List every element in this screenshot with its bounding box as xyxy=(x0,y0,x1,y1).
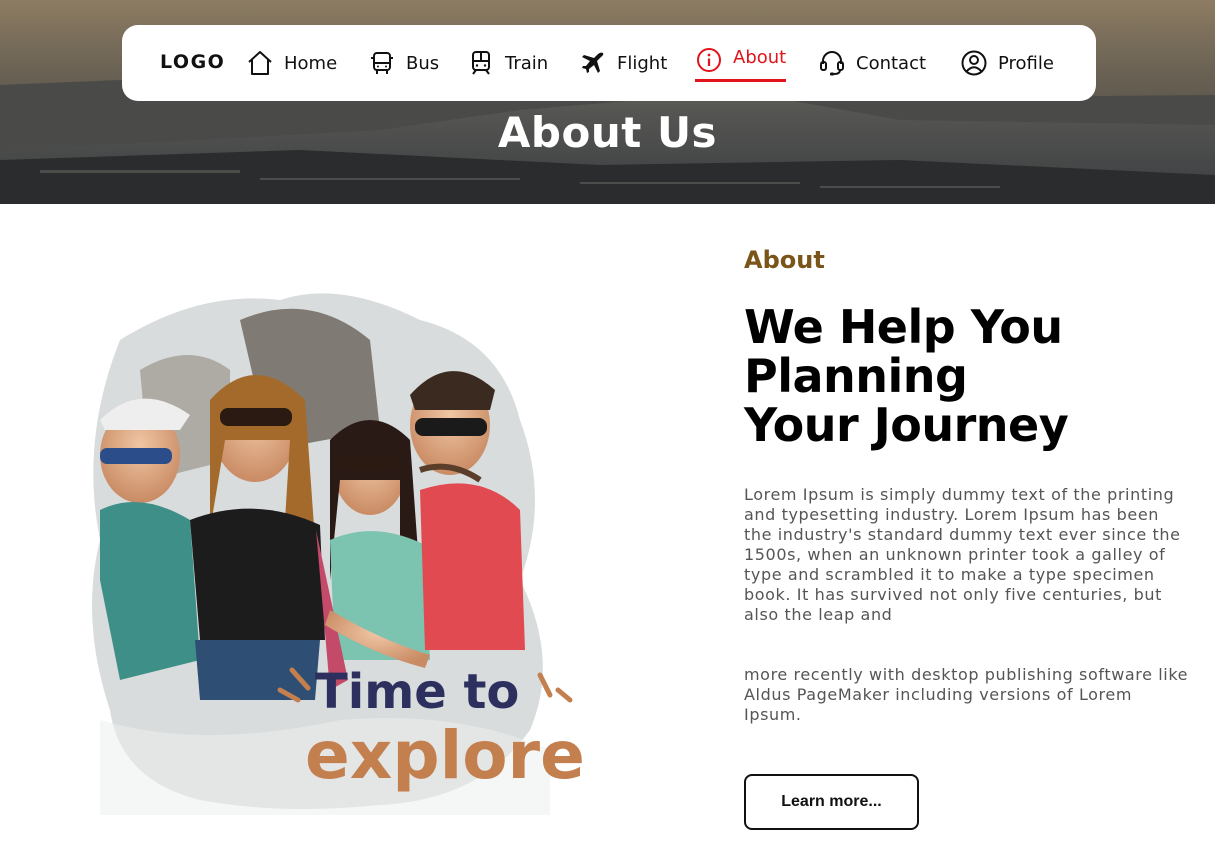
info-icon xyxy=(695,47,723,75)
nav-train-label: Train xyxy=(505,52,549,74)
nav-profile[interactable]: Profile xyxy=(960,25,1054,101)
nav-bus-label: Bus xyxy=(406,52,440,74)
about-headline: We Help You Planning Your Journey xyxy=(744,303,1184,450)
nav-contact-label: Contact xyxy=(856,52,927,74)
nav-flight-label: Flight xyxy=(617,52,668,74)
nav-about[interactable]: About xyxy=(695,25,787,101)
nav-home[interactable]: Home xyxy=(246,25,337,101)
bus-icon xyxy=(368,49,396,77)
caption-line1: Time to xyxy=(315,664,519,720)
about-paragraph-1: Lorem Ipsum is simply dummy text of the … xyxy=(744,485,1181,624)
section-label: About xyxy=(744,246,825,274)
nav-bus[interactable]: Bus xyxy=(368,25,439,101)
about-paragraph-2: more recently with desktop publishing so… xyxy=(744,665,1189,724)
nav-contact[interactable]: Contact xyxy=(818,25,926,101)
main-navbar: LOGO Home Bus Train Flight About Contact… xyxy=(122,25,1096,101)
train-icon xyxy=(467,49,495,77)
learn-more-button[interactable]: Learn more... xyxy=(744,774,919,830)
logo[interactable]: LOGO xyxy=(160,51,225,73)
headline-line: Planning xyxy=(744,349,968,403)
airplane-icon xyxy=(579,49,607,77)
headline-line: We Help You xyxy=(744,300,1063,354)
headset-icon xyxy=(818,49,846,77)
nav-train[interactable]: Train xyxy=(467,25,548,101)
home-icon xyxy=(246,49,274,77)
travelers-photo: Time to explore xyxy=(80,280,590,815)
active-underline xyxy=(695,79,787,82)
nav-profile-label: Profile xyxy=(998,52,1054,74)
user-circle-icon xyxy=(960,49,988,77)
nav-flight[interactable]: Flight xyxy=(579,25,667,101)
page-title: About Us xyxy=(497,108,718,157)
headline-line: Your Journey xyxy=(744,398,1069,452)
nav-about-label: About xyxy=(733,47,787,68)
nav-home-label: Home xyxy=(284,52,338,74)
caption-line2: explore xyxy=(305,717,585,794)
